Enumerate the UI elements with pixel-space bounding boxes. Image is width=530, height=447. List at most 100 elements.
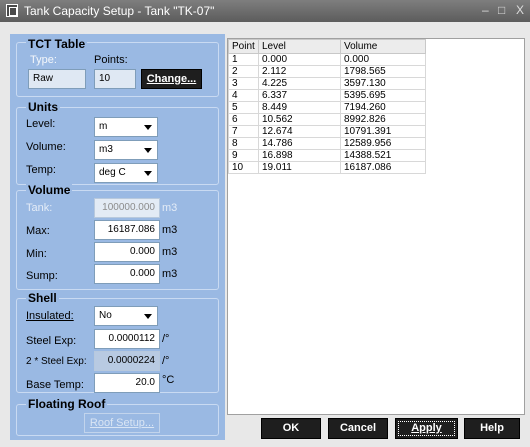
table-row[interactable]: 4 6.337 5395.695	[228, 89, 426, 102]
insulated-value: No	[99, 310, 112, 321]
shell-heading: Shell	[26, 291, 59, 305]
table-row[interactable]: 2 2.112 1798.565	[228, 65, 426, 78]
cell-level[interactable]: 12.674	[258, 125, 341, 138]
insulated-select[interactable]: No	[94, 306, 158, 326]
help-button[interactable]: Help	[464, 418, 520, 439]
cancel-button[interactable]: Cancel	[328, 418, 388, 439]
volume-unit-value: m3	[99, 144, 113, 155]
change-button[interactable]: Change...	[141, 69, 202, 89]
column-header-level[interactable]: Level	[258, 39, 341, 54]
table-row[interactable]: 7 12.674 10791.391	[228, 125, 426, 138]
cell-level[interactable]: 8.449	[258, 101, 341, 114]
table-row[interactable]: 9 16.898 14388.521	[228, 149, 426, 162]
base-temp-label: Base Temp:	[26, 379, 84, 391]
cell-level[interactable]: 4.225	[258, 77, 341, 90]
table-row[interactable]: 5 8.449 7194.260	[228, 101, 426, 114]
level-unit-value: m	[99, 121, 108, 132]
sump-volume-field[interactable]: 0.000	[94, 264, 160, 284]
cell-point[interactable]: 9	[228, 149, 259, 162]
chevron-down-icon	[144, 314, 152, 319]
column-header-volume[interactable]: Volume	[340, 39, 426, 54]
chevron-down-icon	[144, 125, 152, 130]
cell-level[interactable]: 6.337	[258, 89, 341, 102]
window-title: Tank Capacity Setup - Tank "TK-07"	[24, 4, 215, 18]
cell-point[interactable]: 10	[228, 161, 259, 174]
min-volume-unit: m3	[162, 246, 178, 258]
cell-point[interactable]: 3	[228, 77, 259, 90]
table-row[interactable]: 1 0.000 0.000	[228, 53, 426, 66]
cell-volume[interactable]: 16187.086	[340, 161, 426, 174]
cell-volume[interactable]: 0.000	[340, 53, 426, 66]
cell-level[interactable]: 10.562	[258, 113, 341, 126]
cell-point[interactable]: 6	[228, 113, 259, 126]
cell-volume[interactable]: 14388.521	[340, 149, 426, 162]
ok-button[interactable]: OK	[261, 418, 321, 439]
settings-panel: TCT Table Type: Points: Raw 10 Change...…	[10, 34, 225, 440]
cell-point[interactable]: 5	[228, 101, 259, 114]
max-volume-field[interactable]: 16187.086	[94, 220, 160, 240]
cell-level[interactable]: 0.000	[258, 53, 341, 66]
cell-volume[interactable]: 10791.391	[340, 125, 426, 138]
column-header-point[interactable]: Point	[228, 39, 259, 54]
temp-unit-value: deg C	[99, 167, 126, 178]
app-icon	[6, 4, 18, 17]
volume-unit-label: Volume:	[26, 141, 66, 153]
chevron-down-icon	[144, 171, 152, 176]
insulated-label: Insulated:	[26, 310, 74, 322]
table-row[interactable]: 6 10.562 8992.826	[228, 113, 426, 126]
cell-volume[interactable]: 8992.826	[340, 113, 426, 126]
points-label: Points:	[94, 54, 128, 66]
minimize-button[interactable]: –	[482, 3, 489, 17]
cell-point[interactable]: 8	[228, 137, 259, 150]
min-label: Min:	[26, 248, 47, 260]
min-volume-field[interactable]: 0.000	[94, 242, 160, 262]
chevron-down-icon	[144, 148, 152, 153]
level-label: Level:	[26, 118, 56, 130]
steel-exp-2x-unit: /°	[162, 355, 170, 367]
temp-unit-select[interactable]: deg C	[94, 163, 158, 183]
table-row[interactable]: 3 4.225 3597.130	[228, 77, 426, 90]
apply-button[interactable]: Apply	[395, 418, 458, 439]
max-volume-unit: m3	[162, 224, 178, 236]
base-temp-field[interactable]: 20.0	[94, 373, 160, 393]
sump-volume-unit: m3	[162, 268, 178, 280]
capacity-table-panel: Point Level Volume 1 0.000 0.000 2 2.112 1798…	[227, 38, 525, 415]
steel-exp-label: Steel Exp:	[26, 335, 77, 347]
maximize-button[interactable]: □	[498, 3, 505, 17]
table-row[interactable]: 10 19.011 16187.086	[228, 161, 426, 174]
floating-roof-heading: Floating Roof	[26, 397, 108, 411]
tank-volume-unit: m3	[162, 202, 178, 214]
tank-volume-field: 100000.000	[94, 198, 160, 218]
sump-label: Sump:	[26, 270, 58, 282]
type-label: Type:	[30, 54, 57, 66]
cell-volume[interactable]: 1798.565	[340, 65, 426, 78]
table-row[interactable]: 8 14.786 12589.956	[228, 137, 426, 150]
cell-point[interactable]: 2	[228, 65, 259, 78]
steel-exp-field[interactable]: 0.0000112	[94, 329, 160, 349]
cell-point[interactable]: 1	[228, 53, 259, 66]
steel-exp-unit: /°	[162, 333, 170, 345]
roof-setup-button[interactable]: Roof Setup...	[84, 413, 160, 433]
volume-unit-select[interactable]: m3	[94, 140, 158, 160]
table-header-row: Point Level Volume	[228, 39, 426, 54]
cell-volume[interactable]: 5395.695	[340, 89, 426, 102]
cell-level[interactable]: 2.112	[258, 65, 341, 78]
cell-level[interactable]: 16.898	[258, 149, 341, 162]
max-label: Max:	[26, 225, 50, 237]
cell-level[interactable]: 14.786	[258, 137, 341, 150]
cell-volume[interactable]: 7194.260	[340, 101, 426, 114]
cell-volume[interactable]: 3597.130	[340, 77, 426, 90]
units-heading: Units	[26, 100, 60, 114]
volume-heading: Volume	[26, 183, 73, 197]
cell-point[interactable]: 7	[228, 125, 259, 138]
base-temp-unit: °C	[162, 374, 175, 386]
steel-exp-2x-label: 2 * Steel Exp:	[26, 356, 87, 367]
cell-volume[interactable]: 12589.956	[340, 137, 426, 150]
cell-point[interactable]: 4	[228, 89, 259, 102]
cell-level[interactable]: 19.011	[258, 161, 341, 174]
title-bar: Tank Capacity Setup - Tank "TK-07" – □ X	[0, 0, 530, 22]
tct-points-field: 10	[94, 69, 136, 89]
tct-table-heading: TCT Table	[26, 37, 88, 51]
close-button[interactable]: X	[516, 3, 524, 17]
level-unit-select[interactable]: m	[94, 117, 158, 137]
